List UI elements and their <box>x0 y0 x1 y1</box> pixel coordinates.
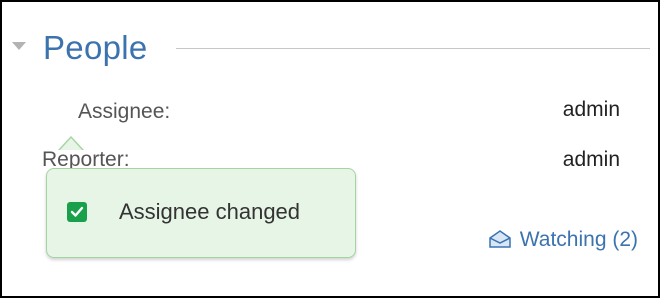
header-divider <box>176 48 650 49</box>
section-title: People <box>43 29 148 66</box>
assignee-value[interactable]: admin <box>563 98 620 122</box>
people-section-header: People <box>10 26 650 70</box>
flag-message: Assignee changed <box>119 199 301 224</box>
watching-link[interactable]: Watching (2) <box>488 228 638 252</box>
assignee-row: Assignee: admin <box>0 98 640 126</box>
checkbox-check-icon <box>67 202 87 222</box>
success-flag[interactable]: Assignee changed <box>46 168 356 258</box>
watching-label: Watching (2) <box>519 228 638 251</box>
assignee-label: Assignee: <box>78 100 171 123</box>
envelope-icon <box>488 230 512 248</box>
reporter-value[interactable]: admin <box>563 148 620 172</box>
flag-pointer <box>60 138 82 150</box>
collapse-twisty-icon[interactable] <box>12 42 26 50</box>
